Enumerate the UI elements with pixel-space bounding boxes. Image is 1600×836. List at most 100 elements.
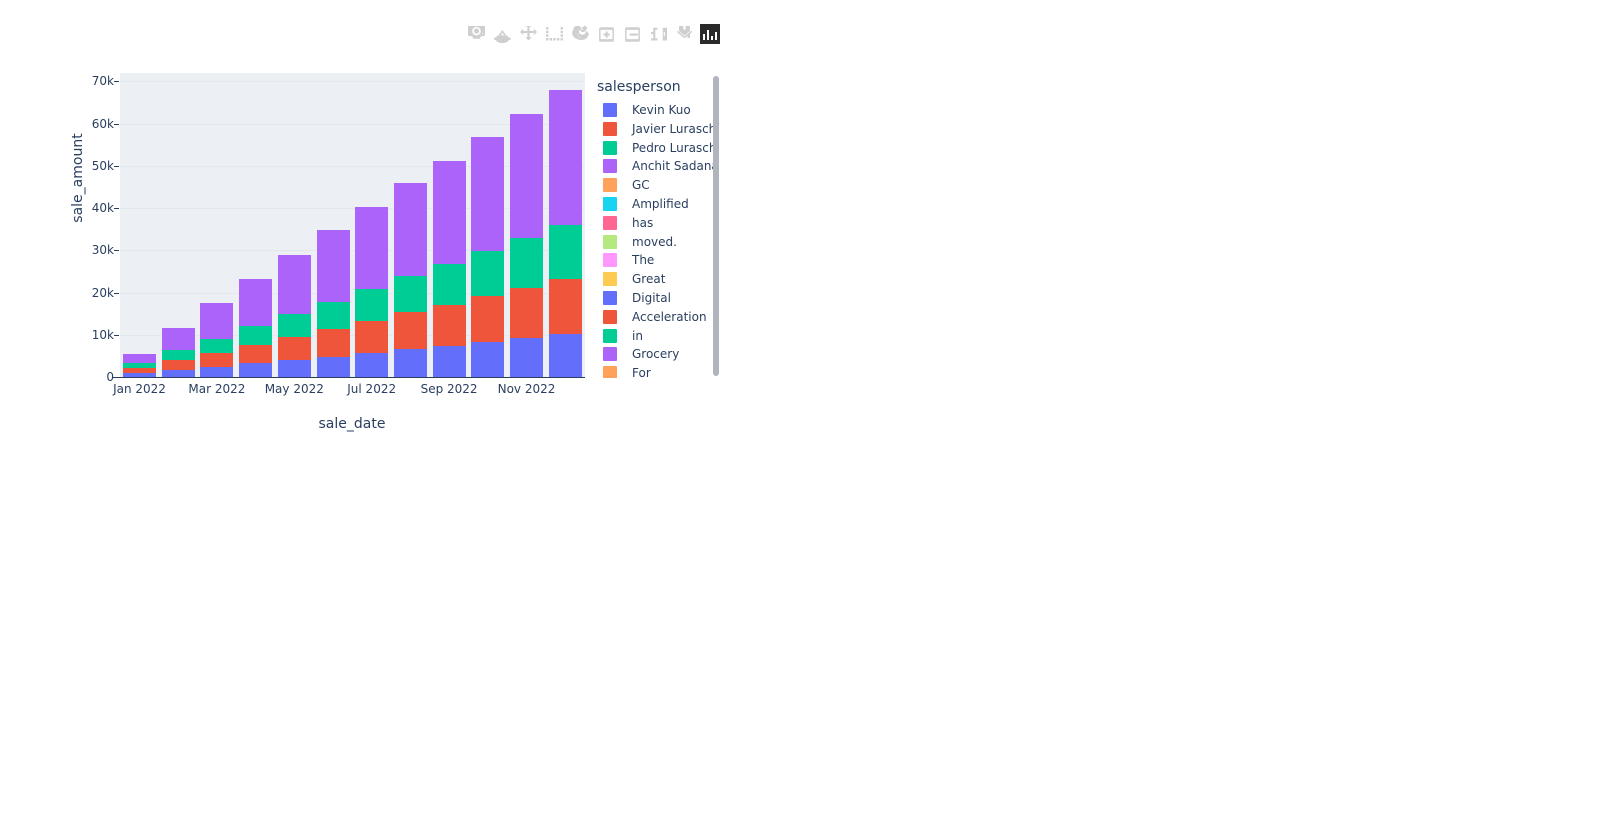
- bar-segment[interactable]: [355, 289, 389, 321]
- bar-segment[interactable]: [510, 287, 543, 339]
- legend-swatch[interactable]: [603, 215, 617, 230]
- legend-swatch[interactable]: [603, 253, 617, 268]
- bar-segment[interactable]: [393, 312, 427, 350]
- plotly-modebar[interactable]: [463, 22, 723, 46]
- zoom-in-icon[interactable]: [594, 22, 618, 46]
- bar-segment[interactable]: [123, 362, 156, 368]
- legend-swatch[interactable]: [603, 366, 617, 378]
- bar-segment[interactable]: [200, 366, 234, 377]
- legend-item[interactable]: Kevin Kuo: [603, 101, 691, 119]
- bar-segment[interactable]: [355, 206, 389, 290]
- bar-segment[interactable]: [548, 333, 582, 377]
- legend-swatch[interactable]: [603, 178, 617, 193]
- zoom-out-icon[interactable]: [620, 22, 644, 46]
- bar-segment[interactable]: [161, 360, 195, 370]
- legend-item[interactable]: Grocery: [603, 345, 679, 363]
- bar-segment[interactable]: [316, 230, 350, 302]
- bar-segment[interactable]: [510, 338, 543, 377]
- legend-swatch[interactable]: [603, 272, 617, 287]
- bar-segment[interactable]: [316, 301, 350, 330]
- bar-stack[interactable]: [277, 73, 311, 377]
- bar-stack[interactable]: [239, 73, 273, 377]
- bar-segment[interactable]: [277, 336, 311, 361]
- bar-segment[interactable]: [393, 183, 427, 277]
- reset-axes-home-icon[interactable]: [672, 22, 696, 46]
- legend-swatch[interactable]: [603, 197, 617, 211]
- pan-icon[interactable]: [516, 22, 540, 46]
- bar-segment[interactable]: [239, 278, 273, 326]
- bar-stack[interactable]: [393, 73, 427, 377]
- bar-stack[interactable]: [355, 73, 389, 377]
- legend-item[interactable]: Great: [603, 270, 665, 288]
- legend-item[interactable]: The: [603, 251, 654, 269]
- bar-segment[interactable]: [471, 251, 505, 297]
- bar-segment[interactable]: [432, 304, 466, 346]
- bar-stack[interactable]: [200, 73, 234, 377]
- bar-segment[interactable]: [277, 360, 311, 377]
- bar-segment[interactable]: [471, 341, 505, 377]
- bar-stack[interactable]: [510, 73, 543, 377]
- bar-segment[interactable]: [239, 325, 273, 345]
- bar-segment[interactable]: [510, 113, 543, 239]
- bar-segment[interactable]: [239, 344, 273, 364]
- bar-segment[interactable]: [548, 89, 582, 225]
- bar-segment[interactable]: [161, 328, 195, 351]
- legend-item[interactable]: Javier Luraschi: [603, 120, 720, 138]
- legend-swatch[interactable]: [603, 159, 617, 174]
- autoscale-icon[interactable]: [646, 22, 670, 46]
- legend-swatch[interactable]: [603, 234, 617, 249]
- legend-item[interactable]: has: [603, 214, 653, 232]
- bar-segment[interactable]: [200, 339, 234, 353]
- bar-stack[interactable]: [432, 73, 466, 377]
- legend-swatch[interactable]: [603, 328, 617, 343]
- bar-segment[interactable]: [161, 369, 195, 377]
- bar-segment[interactable]: [393, 349, 427, 377]
- legend-item[interactable]: GC: [603, 176, 650, 194]
- box-select-icon[interactable]: [542, 22, 566, 46]
- legend-item[interactable]: Pedro Luraschi: [603, 139, 720, 157]
- legend-scroll-viewport[interactable]: salesperson Kevin Kuo Javier Luraschi Pedr…: [595, 76, 720, 378]
- legend-swatch[interactable]: [603, 121, 617, 136]
- legend-item[interactable]: Anchit Sadana: [603, 157, 719, 175]
- bar-stack[interactable]: [548, 73, 582, 377]
- bar-segment[interactable]: [548, 225, 582, 280]
- bar-segment[interactable]: [200, 352, 234, 367]
- bar-stack[interactable]: [123, 73, 156, 377]
- plotly-logo-icon[interactable]: [698, 22, 722, 46]
- zoom-icon[interactable]: [490, 22, 514, 46]
- bar-segment[interactable]: [316, 356, 350, 377]
- bar-segment[interactable]: [471, 137, 505, 252]
- bar-segment[interactable]: [200, 302, 234, 339]
- bar-segment[interactable]: [123, 367, 156, 374]
- bar-stack[interactable]: [316, 73, 350, 377]
- bar-stack[interactable]: [161, 73, 195, 377]
- bar-series-group[interactable]: [120, 73, 585, 377]
- legend-item[interactable]: Acceleration: [603, 308, 707, 326]
- bar-segment[interactable]: [510, 238, 543, 288]
- legend-item[interactable]: moved.: [603, 233, 677, 251]
- legend[interactable]: salesperson Kevin Kuo Javier Luraschi Pedr…: [595, 76, 720, 378]
- bar-segment[interactable]: [277, 254, 311, 315]
- legend-item[interactable]: Digital: [603, 289, 671, 307]
- bar-segment[interactable]: [393, 276, 427, 313]
- legend-scrollbar-thumb[interactable]: [713, 76, 719, 376]
- lasso-select-icon[interactable]: [568, 22, 592, 46]
- bar-segment[interactable]: [277, 314, 311, 337]
- legend-swatch[interactable]: [603, 309, 617, 324]
- bar-stack[interactable]: [471, 73, 505, 377]
- bar-segment[interactable]: [432, 264, 466, 305]
- bar-segment[interactable]: [239, 363, 273, 377]
- bar-segment[interactable]: [432, 160, 466, 265]
- legend-item[interactable]: Amplified: [603, 195, 689, 213]
- legend-swatch[interactable]: [603, 140, 617, 155]
- bar-segment[interactable]: [471, 296, 505, 342]
- bar-segment[interactable]: [355, 352, 389, 377]
- legend-swatch[interactable]: [603, 347, 617, 362]
- legend-item[interactable]: For: [603, 364, 651, 378]
- bar-segment[interactable]: [355, 320, 389, 353]
- download-plot-icon[interactable]: [464, 22, 488, 46]
- legend-swatch[interactable]: [603, 291, 617, 305]
- bar-segment[interactable]: [123, 353, 156, 363]
- bar-segment[interactable]: [316, 329, 350, 357]
- bar-segment[interactable]: [548, 279, 582, 334]
